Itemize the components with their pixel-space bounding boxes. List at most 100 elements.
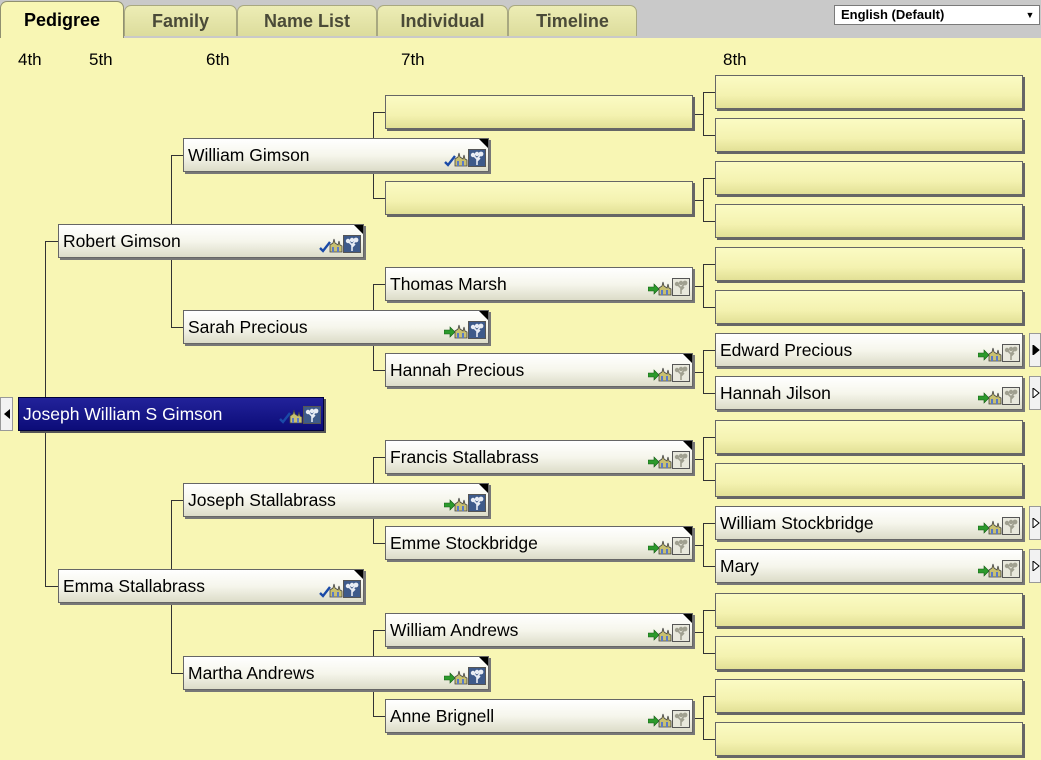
tab-individual[interactable]: Individual xyxy=(377,5,508,36)
temple-icon xyxy=(454,324,468,339)
person-box-root[interactable]: Joseph William S Gimson xyxy=(18,397,324,431)
connector-line xyxy=(693,372,703,373)
empty-person-box[interactable] xyxy=(715,679,1023,713)
connector-line xyxy=(373,370,385,371)
person-box-gen8[interactable]: Hannah Jilson xyxy=(715,376,1023,410)
generation-header: 8th xyxy=(723,50,747,69)
person-box-gen7[interactable]: Emme Stockbridge xyxy=(385,526,693,560)
person-icons xyxy=(646,624,690,642)
connector-line xyxy=(703,264,715,265)
connector-line xyxy=(693,632,703,633)
connector-line xyxy=(373,112,385,113)
tab-bar: Pedigree Family Name List Individual Tim… xyxy=(0,0,1041,38)
person-name: Edward Precious xyxy=(720,340,853,360)
person-box-gen6[interactable]: Martha Andrews xyxy=(183,656,489,690)
person-name: Thomas Marsh xyxy=(390,274,507,294)
temple-icon xyxy=(988,563,1002,578)
person-box-gen6[interactable]: Joseph Stallabrass xyxy=(183,483,489,517)
temple-icon xyxy=(329,583,343,598)
navigate-child-button[interactable] xyxy=(0,397,13,431)
person-box-gen8[interactable]: Mary xyxy=(715,549,1023,583)
navigate-ancestor-button[interactable] xyxy=(1029,376,1041,410)
navigate-ancestor-button[interactable] xyxy=(1029,333,1041,367)
person-name: Emma Stallabrass xyxy=(63,576,205,596)
connector-line xyxy=(171,327,183,328)
arrow-right-icon xyxy=(1032,345,1040,355)
connector-line xyxy=(703,739,715,740)
connector-line xyxy=(703,178,715,179)
connector-line xyxy=(703,696,715,697)
generation-header: 6th xyxy=(206,50,230,69)
empty-person-box[interactable] xyxy=(385,95,693,129)
navigate-ancestor-button[interactable] xyxy=(1029,506,1041,540)
person-box-gen6[interactable]: William Gimson xyxy=(183,138,489,172)
family-tree-icon xyxy=(672,624,690,642)
person-name: Robert Gimson xyxy=(63,231,181,251)
person-icons xyxy=(646,364,690,382)
person-name: William Gimson xyxy=(188,145,310,165)
person-box-gen7[interactable]: Hannah Precious xyxy=(385,353,693,387)
more-indicator-icon xyxy=(683,614,692,623)
person-name: Emme Stockbridge xyxy=(390,533,538,553)
person-box-gen7[interactable]: William Andrews xyxy=(385,613,693,647)
person-name: Sarah Precious xyxy=(188,317,308,337)
empty-person-box[interactable] xyxy=(715,463,1023,497)
more-indicator-icon xyxy=(683,527,692,536)
connector-line xyxy=(693,459,703,460)
empty-person-box[interactable] xyxy=(715,290,1023,324)
tab-timeline[interactable]: Timeline xyxy=(508,5,637,36)
empty-person-box[interactable] xyxy=(715,722,1023,756)
connector-line xyxy=(693,200,703,201)
person-box-gen7[interactable]: Anne Brignell xyxy=(385,699,693,733)
more-indicator-icon xyxy=(479,484,488,493)
connector-line xyxy=(373,284,385,285)
connector-line xyxy=(703,523,715,524)
person-box-gen7[interactable]: Thomas Marsh xyxy=(385,267,693,301)
arrow-right-icon xyxy=(1032,388,1040,398)
tab-pedigree[interactable]: Pedigree xyxy=(0,1,124,38)
person-box-gen7[interactable]: Francis Stallabrass xyxy=(385,440,693,474)
person-icons xyxy=(317,580,361,598)
connector-line xyxy=(703,135,715,136)
connector-line xyxy=(703,610,704,653)
family-tree-icon xyxy=(1002,344,1020,362)
connector-line xyxy=(45,241,58,242)
person-box-gen8[interactable]: Edward Precious xyxy=(715,333,1023,367)
empty-person-box[interactable] xyxy=(715,420,1023,454)
family-tree-icon xyxy=(672,364,690,382)
navigate-ancestor-button[interactable] xyxy=(1029,549,1041,583)
empty-person-box[interactable] xyxy=(715,204,1023,238)
connector-line xyxy=(693,718,703,719)
person-box-gen5[interactable]: Robert Gimson xyxy=(58,224,364,258)
tab-family[interactable]: Family xyxy=(124,5,237,36)
empty-person-box[interactable] xyxy=(715,593,1023,627)
empty-person-box[interactable] xyxy=(715,75,1023,109)
empty-person-box[interactable] xyxy=(715,118,1023,152)
person-box-gen6[interactable]: Sarah Precious xyxy=(183,310,489,344)
person-icons xyxy=(646,278,690,296)
person-icons xyxy=(442,667,486,685)
temple-icon xyxy=(658,367,672,382)
family-tree-icon xyxy=(672,451,690,469)
person-name: Joseph William S Gimson xyxy=(23,404,223,424)
family-tree-icon xyxy=(468,494,486,512)
empty-person-box[interactable] xyxy=(715,636,1023,670)
tab-name-list[interactable]: Name List xyxy=(237,5,377,36)
empty-person-box[interactable] xyxy=(715,247,1023,281)
person-name: Mary xyxy=(720,556,759,576)
connector-line xyxy=(703,437,704,480)
empty-person-box[interactable] xyxy=(715,161,1023,195)
connector-line xyxy=(703,437,715,438)
language-select-value: English (Default) xyxy=(841,7,945,22)
tab-label: Individual xyxy=(400,10,485,31)
connector-line xyxy=(693,286,703,287)
more-indicator-icon xyxy=(479,311,488,320)
empty-person-box[interactable] xyxy=(385,181,693,215)
family-tree-icon xyxy=(672,710,690,728)
temple-icon xyxy=(988,390,1002,405)
language-select[interactable]: English (Default) ▼ xyxy=(834,5,1040,25)
person-box-gen5[interactable]: Emma Stallabrass xyxy=(58,569,364,603)
temple-icon xyxy=(454,152,468,167)
person-box-gen8[interactable]: William Stockbridge xyxy=(715,506,1023,540)
generation-header: 4th xyxy=(18,50,42,69)
